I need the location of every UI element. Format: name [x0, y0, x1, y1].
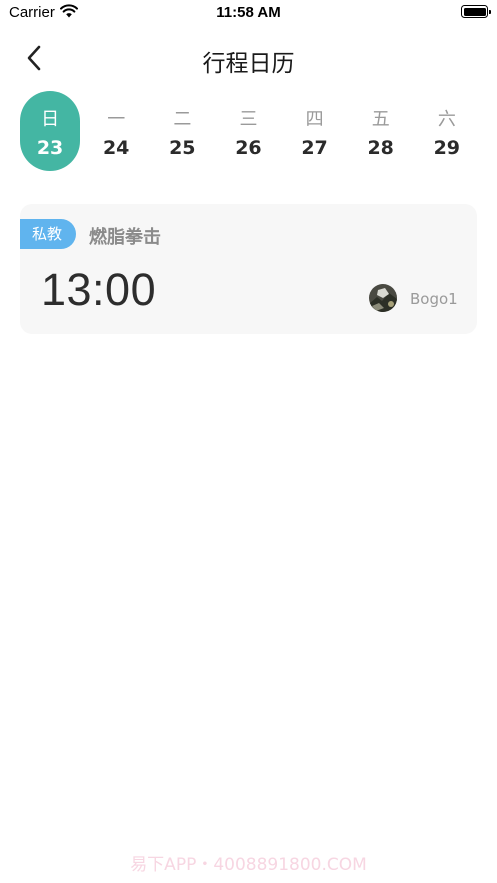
weekday-label: 六 — [437, 109, 456, 130]
date-number: 27 — [301, 137, 328, 159]
coach-avatar — [369, 284, 397, 312]
course-card[interactable]: 私教 燃脂拳击 13:00 Bogo1 — [20, 204, 477, 334]
watermark: 易下APP・4008891800.COM — [130, 855, 367, 875]
day-thursday[interactable]: 四 27 — [282, 91, 348, 171]
selected-day-highlight — [20, 91, 80, 171]
course-time: 13:00 — [41, 264, 157, 315]
course-type-badge: 私教 — [20, 219, 76, 249]
battery-icon — [461, 5, 491, 18]
course-name: 燃脂拳击 — [89, 227, 161, 248]
status-bar: Carrier 11:58 AM — [0, 0, 497, 26]
weekday-label: 四 — [305, 109, 324, 130]
date-number: 24 — [102, 137, 130, 159]
day-friday[interactable]: 五 28 — [348, 91, 414, 171]
week-strip: 日 23 一 24 二 25 三 26 四 27 五 28 六 29 — [17, 91, 480, 171]
day-sunday[interactable]: 日 23 — [17, 91, 83, 171]
weekday-label: 五 — [371, 109, 390, 130]
day-saturday[interactable]: 六 29 — [414, 91, 480, 171]
weekday-label: 二 — [173, 109, 192, 130]
day-monday[interactable]: 一 24 — [83, 91, 149, 171]
date-number: 28 — [367, 137, 394, 159]
date-number: 23 — [36, 137, 64, 159]
nav-bar: 行程日历 — [0, 36, 497, 80]
status-time: 11:58 AM — [216, 4, 281, 21]
coach-name: Bogo1 — [410, 290, 458, 308]
date-number: 29 — [433, 137, 461, 159]
weekday-label: 一 — [107, 109, 126, 130]
page-title: 行程日历 — [202, 51, 295, 77]
weekday-label: 三 — [239, 109, 258, 130]
day-wednesday[interactable]: 三 26 — [215, 91, 281, 171]
weekday-label: 日 — [41, 109, 60, 130]
date-number: 25 — [169, 137, 196, 159]
date-number: 26 — [235, 137, 262, 159]
day-tuesday[interactable]: 二 25 — [149, 91, 215, 171]
